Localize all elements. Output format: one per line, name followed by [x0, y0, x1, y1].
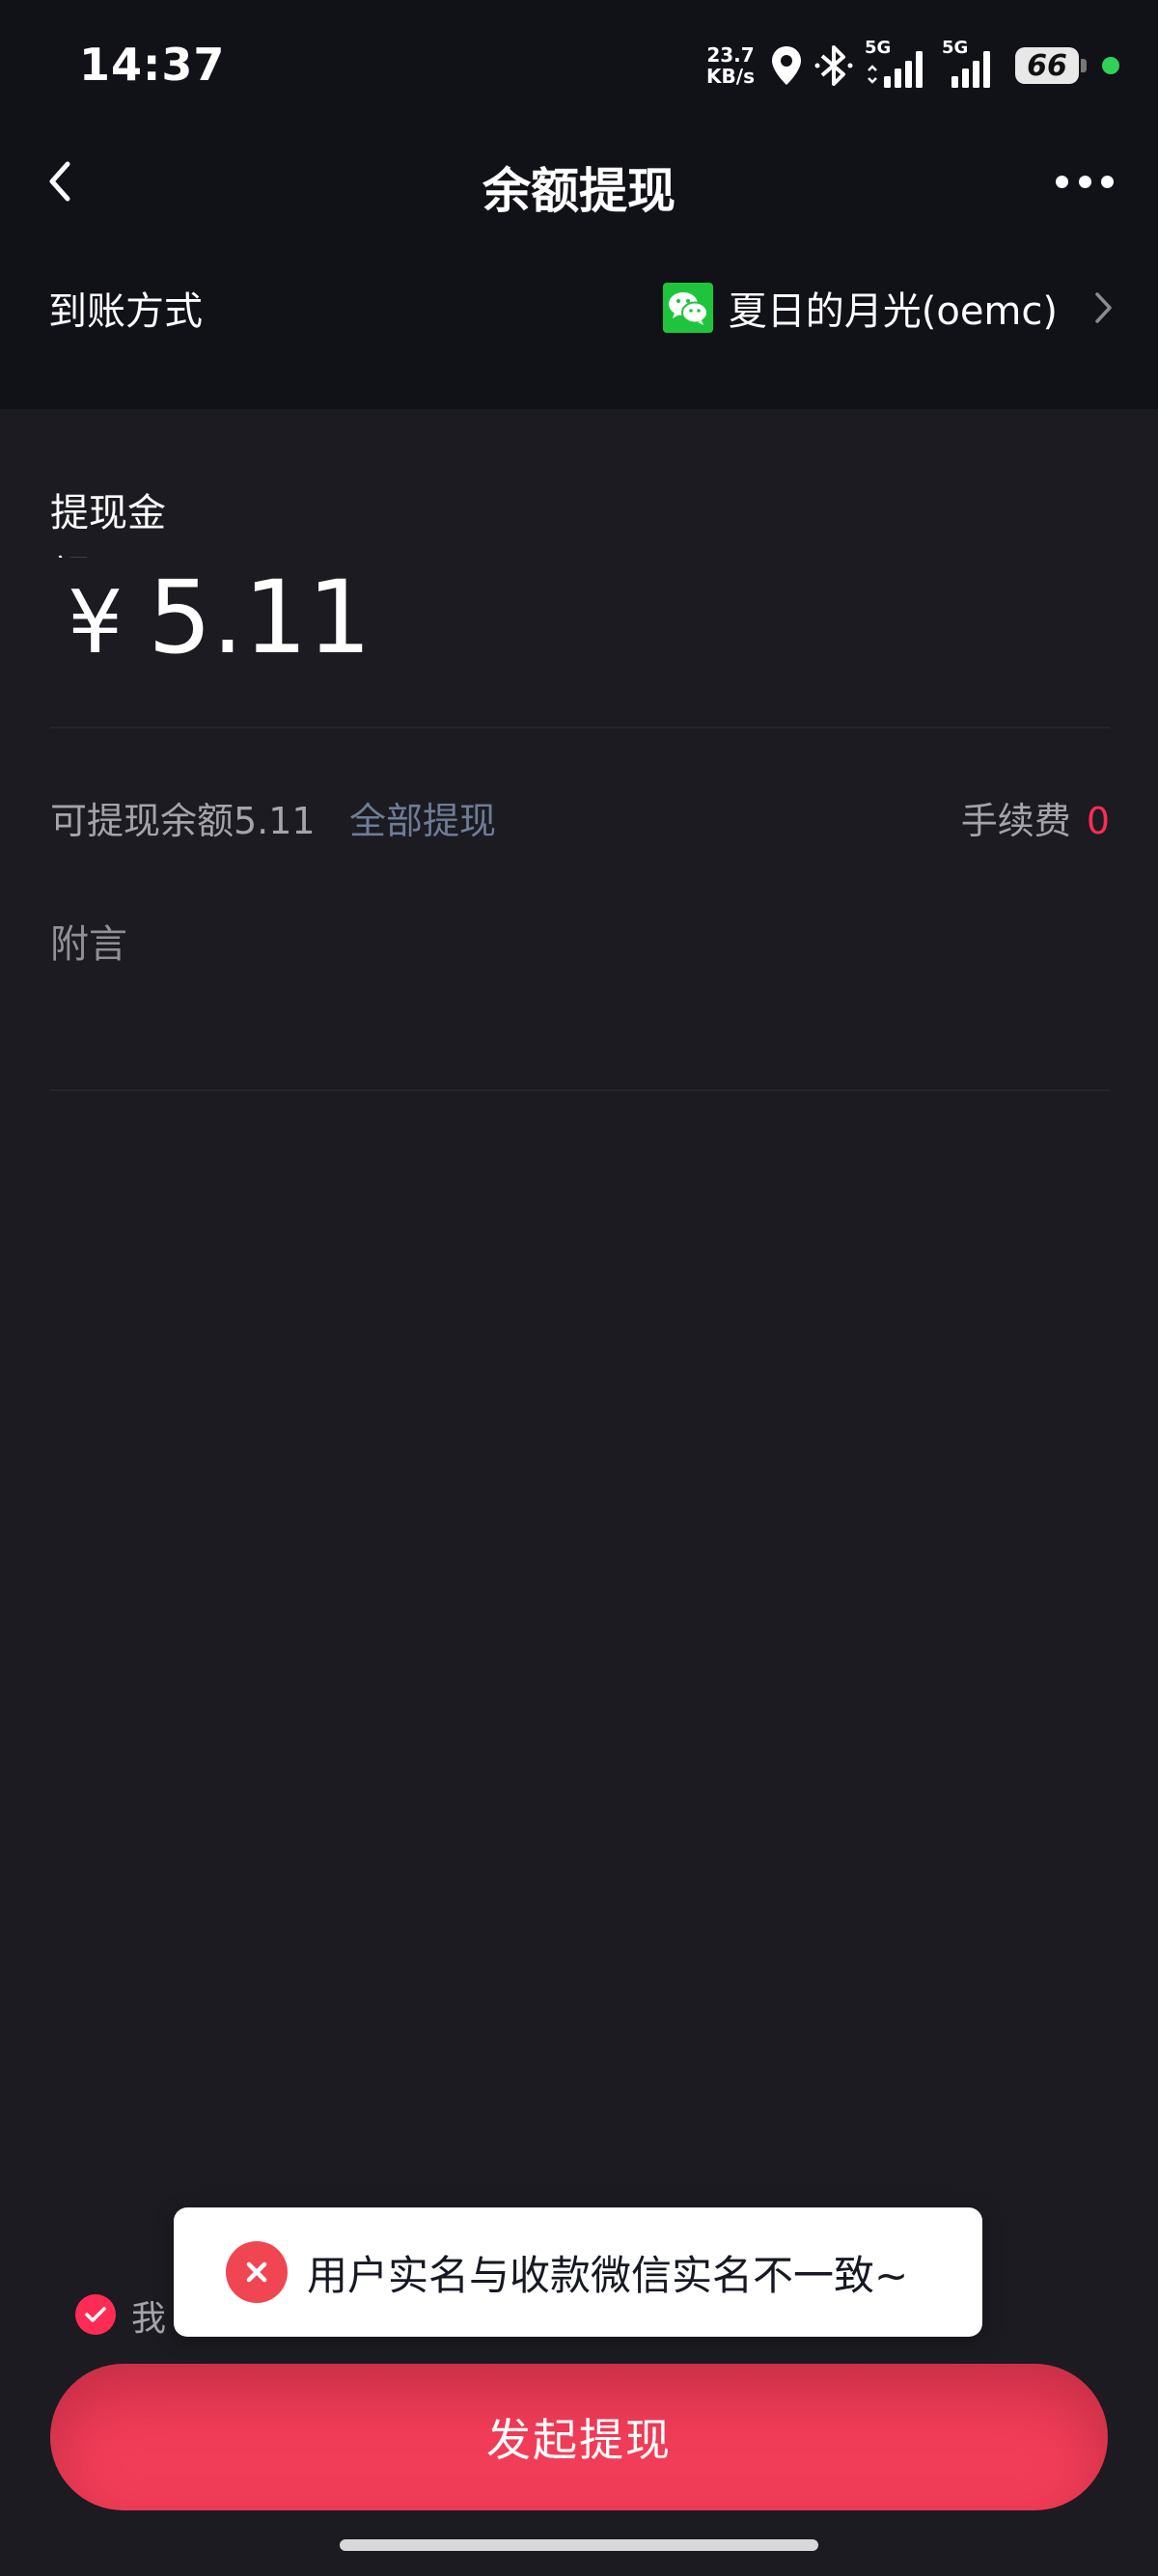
payout-account[interactable]: 夏日的月光(oemc)	[662, 280, 1114, 336]
battery-nub	[1081, 59, 1087, 72]
more-dot	[1101, 175, 1114, 188]
divider	[50, 726, 1110, 728]
wechat-icon	[662, 283, 713, 333]
status-icons: 23.7 KB/s 5G 5G 66	[706, 37, 1119, 95]
home-indicator[interactable]	[340, 2539, 818, 2551]
signal-tag: 5G	[942, 38, 969, 58]
currency-symbol: ¥	[68, 572, 124, 673]
withdraw-all-link[interactable]: 全部提现	[349, 791, 496, 844]
fee-info: 手续费 0	[961, 791, 1110, 844]
withdraw-screen: 14:37 23.7 KB/s 5G 5G 66 余额提现 到账方式 夏日的月光…	[0, 0, 1158, 2576]
chevron-right-icon	[1095, 292, 1112, 323]
error-icon	[226, 2241, 288, 2303]
signal-tag: 5G	[865, 38, 892, 58]
amount-value: 5.11	[148, 559, 372, 676]
net-speed-value: 23.7	[706, 43, 755, 67]
available-balance-text: 可提现余额5.11	[50, 800, 316, 842]
status-time: 14:37	[79, 39, 226, 91]
amount-input[interactable]: ¥ 5.11	[68, 560, 372, 681]
net-speed: 23.7 KB/s	[706, 44, 755, 87]
signal-5g-2: 5G	[942, 38, 1000, 90]
check-icon	[85, 2307, 106, 2322]
more-dot	[1078, 175, 1091, 188]
fee-value: 0	[1086, 800, 1110, 842]
net-speed-unit: KB/s	[706, 65, 755, 88]
more-options-button[interactable]	[1056, 162, 1114, 201]
divider	[50, 1089, 1110, 1091]
amount-label: 提现金额	[50, 491, 166, 558]
available-balance-row: 可提现余额5.11 全部提现 手续费 0	[50, 791, 1110, 849]
agreement-checkbox[interactable]	[75, 2294, 116, 2335]
submit-withdraw-button[interactable]: 发起提现	[50, 2364, 1108, 2510]
payout-method-row[interactable]: 到账方式 夏日的月光(oemc)	[0, 260, 1158, 347]
signal-5g-1: 5G	[865, 38, 932, 90]
agreement-text[interactable]: 我	[131, 2290, 166, 2341]
chevron-left-icon	[49, 161, 70, 202]
payout-account-name: 夏日的月光(oemc)	[728, 289, 1058, 334]
error-toast: 用户实名与收款微信实名不一致~	[174, 2207, 982, 2337]
bluetooth-icon	[814, 45, 853, 86]
battery-icon: 66	[1015, 47, 1087, 84]
fee-label: 手续费	[960, 800, 1071, 842]
location-icon	[772, 46, 801, 85]
battery-level: 66	[1027, 48, 1067, 83]
payout-method-label: 到账方式	[48, 289, 203, 334]
more-dot	[1056, 175, 1068, 188]
privacy-indicator-dot	[1102, 57, 1119, 74]
back-button[interactable]	[39, 154, 81, 208]
remark-input[interactable]: 附言	[50, 913, 127, 969]
toast-message: 用户实名与收款微信实名不一致~	[307, 2251, 909, 2299]
